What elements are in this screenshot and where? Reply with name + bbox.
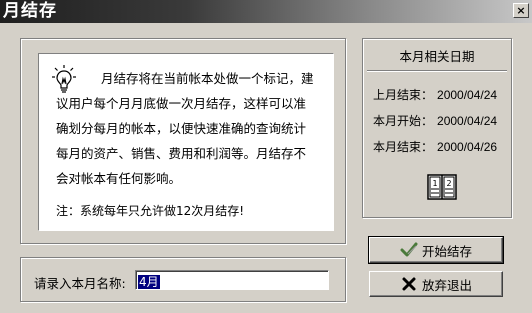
checkmark-icon: [400, 242, 418, 257]
info-label: 上月结束：: [373, 88, 434, 102]
date-info-title: 本月相关日期: [399, 49, 475, 64]
month-name-value[interactable]: 4月: [138, 275, 160, 289]
info-value: 2000/04/26: [437, 140, 498, 154]
start-closing-button[interactable]: 开始结存: [368, 236, 504, 264]
info-value: 2000/04/24: [437, 114, 498, 128]
window-title: 月结存: [3, 1, 57, 21]
x-mark-icon: [402, 277, 416, 291]
divider: [367, 70, 507, 72]
month-name-input[interactable]: 4月: [135, 270, 329, 290]
cancel-exit-label: 放弃退出: [421, 277, 472, 293]
this-month-start-row: 本月开始： 2000/04/24: [373, 112, 497, 129]
message-note: 注：系统每年只允许做12次月结存!: [56, 204, 245, 218]
info-label: 本月开始：: [373, 114, 434, 128]
month-name-label: 请录入本月名称:: [34, 276, 126, 291]
this-month-end-row: 本月结束： 2000/04/26: [373, 138, 497, 155]
book-icon: 1 2: [427, 174, 457, 200]
cancel-exit-button[interactable]: 放弃退出: [369, 271, 503, 297]
last-month-end-row: 上月结束： 2000/04/24: [373, 86, 497, 103]
date-info-panel: 本月相关日期 上月结束： 2000/04/24 本月开始： 2000/04/24 本…: [362, 38, 512, 218]
svg-text:2: 2: [446, 179, 451, 188]
message-box: 月结存将在当前帐本处做一个标记，建议用户每个月月底做一次月结存，这样可以准确划分…: [38, 53, 334, 231]
month-closing-dialog: 月结存 × 月结存将在当前帐本处做一个标记，建议用户每个月月底做一次月结存，这样…: [0, 0, 532, 313]
info-value: 2000/04/24: [437, 88, 498, 102]
title-bar[interactable]: 月结存 ×: [0, 0, 532, 23]
message-text: 月结存将在当前帐本处做一个标记，建议用户每个月月底做一次月结存，这样可以准确划分…: [56, 71, 314, 186]
close-button[interactable]: ×: [513, 3, 529, 18]
svg-text:1: 1: [432, 179, 437, 188]
info-label: 本月结束：: [373, 140, 434, 154]
start-closing-label: 开始结存: [421, 243, 472, 259]
close-icon[interactable]: ×: [516, 4, 525, 17]
